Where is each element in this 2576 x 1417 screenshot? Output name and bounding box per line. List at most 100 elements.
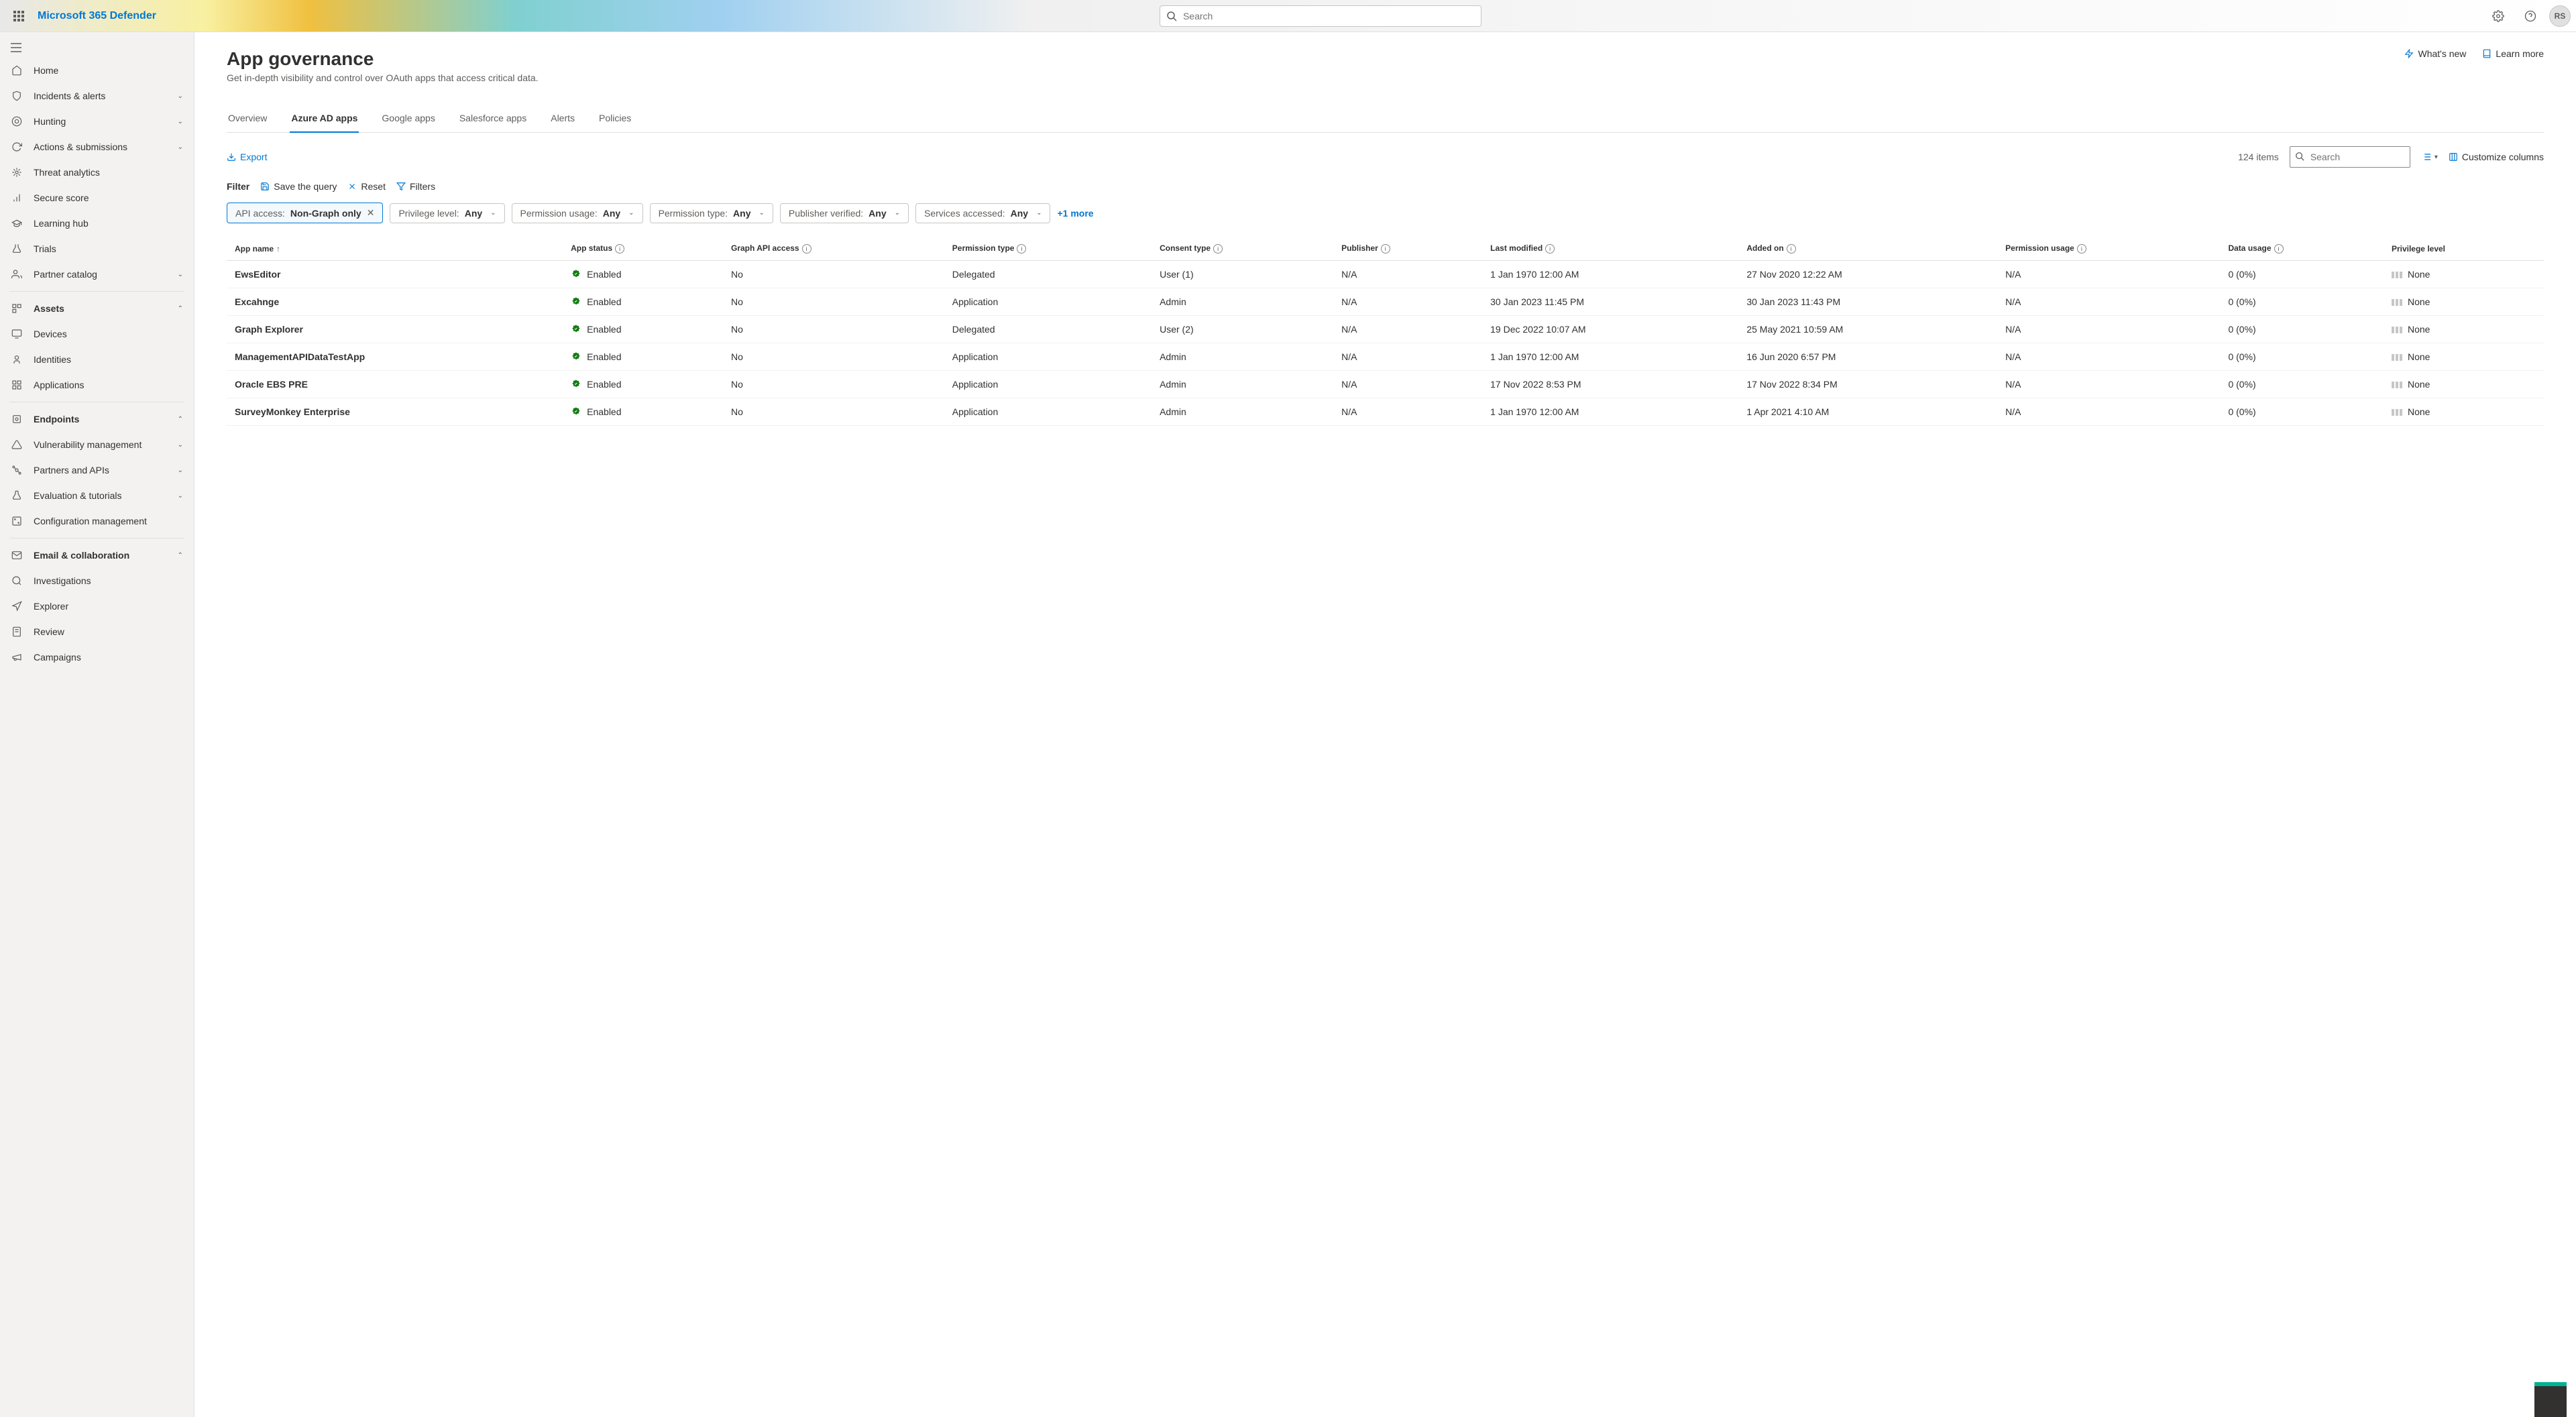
info-icon[interactable]: i bbox=[615, 244, 624, 253]
mail-icon bbox=[11, 549, 23, 561]
sidebar-item-email-collaboration[interactable]: Email & collaboration⌃ bbox=[0, 543, 194, 568]
investigate-icon bbox=[11, 575, 23, 587]
column-header-last-modified[interactable]: Last modifiedi bbox=[1482, 237, 1738, 261]
identity-icon bbox=[11, 353, 23, 365]
filters-button[interactable]: Filters bbox=[396, 181, 435, 192]
tab-policies[interactable]: Policies bbox=[598, 105, 632, 133]
cell-pusage: N/A bbox=[1997, 316, 2220, 343]
brand-link[interactable]: Microsoft 365 Defender bbox=[38, 10, 156, 22]
cell-dusage: 0 (0%) bbox=[2220, 343, 2383, 371]
column-header-app-name[interactable]: App name↑ bbox=[227, 237, 563, 261]
global-search-input[interactable] bbox=[1160, 5, 1481, 27]
sidebar-item-identities[interactable]: Identities bbox=[0, 347, 194, 372]
cell-publisher: N/A bbox=[1333, 398, 1482, 426]
tab-overview[interactable]: Overview bbox=[227, 105, 268, 133]
table-search-input[interactable] bbox=[2290, 146, 2410, 168]
column-header-consent-type[interactable]: Consent typei bbox=[1152, 237, 1333, 261]
tab-alerts[interactable]: Alerts bbox=[549, 105, 576, 133]
info-icon[interactable]: i bbox=[1017, 244, 1026, 253]
sidebar-item-label: Endpoints bbox=[34, 414, 167, 424]
tabs: Overview Azure AD apps Google apps Salesfor… bbox=[227, 105, 2544, 133]
hamburger-icon[interactable] bbox=[0, 38, 194, 58]
learn-more-link[interactable]: Learn more bbox=[2482, 48, 2544, 59]
sidebar-item-hunting[interactable]: Hunting⌄ bbox=[0, 109, 194, 134]
sidebar-item-devices[interactable]: Devices bbox=[0, 321, 194, 347]
sidebar-item-secure-score[interactable]: Secure score bbox=[0, 185, 194, 211]
table-row[interactable]: EwsEditorEnabledNoDelegatedUser (1)N/A1 … bbox=[227, 261, 2544, 288]
info-icon[interactable]: i bbox=[1381, 244, 1390, 253]
info-icon[interactable]: i bbox=[1545, 244, 1555, 253]
sidebar-item-home[interactable]: Home bbox=[0, 58, 194, 83]
help-icon[interactable] bbox=[2517, 3, 2544, 30]
column-header-added-on[interactable]: Added oni bbox=[1738, 237, 1997, 261]
sidebar-item-review[interactable]: Review bbox=[0, 619, 194, 644]
sidebar-item-trials[interactable]: Trials bbox=[0, 236, 194, 262]
table-row[interactable]: SurveyMonkey EnterpriseEnabledNoApplicat… bbox=[227, 398, 2544, 426]
export-button[interactable]: Export bbox=[227, 152, 267, 162]
pill-value: Non-Graph only bbox=[290, 208, 361, 219]
sidebar-item-partners-and-apis[interactable]: Partners and APIs⌄ bbox=[0, 457, 194, 483]
tab-google-apps[interactable]: Google apps bbox=[380, 105, 436, 133]
sidebar-item-label: Home bbox=[34, 65, 183, 76]
filter-pill-privilege-level-[interactable]: Privilege level:Any⌄ bbox=[390, 203, 504, 223]
tab-azure-ad-apps[interactable]: Azure AD apps bbox=[290, 105, 359, 133]
table-row[interactable]: ExcahngeEnabledNoApplicationAdminN/A30 J… bbox=[227, 288, 2544, 316]
sidebar-item-assets[interactable]: Assets⌃ bbox=[0, 296, 194, 321]
close-icon[interactable]: ✕ bbox=[367, 207, 375, 219]
column-header-publisher[interactable]: Publisheri bbox=[1333, 237, 1482, 261]
user-avatar[interactable]: RS bbox=[2549, 5, 2571, 27]
column-header-graph-api-access[interactable]: Graph API accessi bbox=[723, 237, 944, 261]
filter-pill-services-accessed-[interactable]: Services accessed:Any⌄ bbox=[915, 203, 1050, 223]
column-header-app-status[interactable]: App statusi bbox=[563, 237, 723, 261]
whats-new-link[interactable]: What's new bbox=[2404, 48, 2466, 59]
table-row[interactable]: Graph ExplorerEnabledNoDelegatedUser (2)… bbox=[227, 316, 2544, 343]
app-launcher-icon[interactable] bbox=[5, 3, 32, 30]
info-icon[interactable]: i bbox=[1213, 244, 1223, 253]
sidebar-item-applications[interactable]: Applications bbox=[0, 372, 194, 398]
info-icon[interactable]: i bbox=[1787, 244, 1796, 253]
info-icon[interactable]: i bbox=[2274, 244, 2284, 253]
chevron-up-icon: ⌃ bbox=[178, 552, 183, 559]
group-button[interactable]: ▾ bbox=[2421, 144, 2438, 170]
assets-icon bbox=[11, 302, 23, 315]
cell-dusage: 0 (0%) bbox=[2220, 371, 2383, 398]
column-header-permission-usage[interactable]: Permission usagei bbox=[1997, 237, 2220, 261]
tab-salesforce-apps[interactable]: Salesforce apps bbox=[458, 105, 528, 133]
sidebar-item-threat-analytics[interactable]: Threat analytics bbox=[0, 160, 194, 185]
sidebar-item-configuration-management[interactable]: Configuration management bbox=[0, 508, 194, 534]
verified-icon bbox=[571, 406, 581, 417]
sidebar-item-partner-catalog[interactable]: Partner catalog⌄ bbox=[0, 262, 194, 287]
feedback-button[interactable] bbox=[2534, 1382, 2567, 1417]
filter-pill-permission-type-[interactable]: Permission type:Any⌄ bbox=[650, 203, 773, 223]
cell-dusage: 0 (0%) bbox=[2220, 398, 2383, 426]
cell-graph: No bbox=[723, 398, 944, 426]
sidebar-item-endpoints[interactable]: Endpoints⌃ bbox=[0, 406, 194, 432]
filter-pill-api-access-[interactable]: API access:Non-Graph only✕ bbox=[227, 203, 383, 223]
sidebar-item-vulnerability-management[interactable]: Vulnerability management⌄ bbox=[0, 432, 194, 457]
sidebar-item-explorer[interactable]: Explorer bbox=[0, 593, 194, 619]
table-row[interactable]: ManagementAPIDataTestAppEnabledNoApplica… bbox=[227, 343, 2544, 371]
cell-ptype: Application bbox=[944, 398, 1152, 426]
column-header-data-usage[interactable]: Data usagei bbox=[2220, 237, 2383, 261]
more-filters-link[interactable]: +1 more bbox=[1057, 208, 1093, 219]
info-icon[interactable]: i bbox=[2077, 244, 2086, 253]
sidebar-item-campaigns[interactable]: Campaigns bbox=[0, 644, 194, 670]
customize-columns-button[interactable]: Customize columns bbox=[2449, 152, 2544, 162]
column-header-privilege-level[interactable]: Privilege level bbox=[2384, 237, 2544, 261]
sidebar-item-incidents-alerts[interactable]: Incidents & alerts⌄ bbox=[0, 83, 194, 109]
reset-button[interactable]: Reset bbox=[347, 181, 386, 192]
save-query-button[interactable]: Save the query bbox=[260, 181, 337, 192]
info-icon[interactable]: i bbox=[802, 244, 811, 253]
settings-icon[interactable] bbox=[2485, 3, 2512, 30]
filter-pill-publisher-verified-[interactable]: Publisher verified:Any⌄ bbox=[780, 203, 909, 223]
sidebar-item-investigations[interactable]: Investigations bbox=[0, 568, 194, 593]
sidebar-item-label: Investigations bbox=[34, 575, 183, 586]
table-row[interactable]: Oracle EBS PREEnabledNoApplicationAdminN… bbox=[227, 371, 2544, 398]
search-icon bbox=[2295, 152, 2304, 161]
column-header-permission-type[interactable]: Permission typei bbox=[944, 237, 1152, 261]
sidebar-item-learning-hub[interactable]: Learning hub bbox=[0, 211, 194, 236]
sidebar-item-evaluation-tutorials[interactable]: Evaluation & tutorials⌄ bbox=[0, 483, 194, 508]
filter-label: Filter bbox=[227, 181, 249, 192]
filter-pill-permission-usage-[interactable]: Permission usage:Any⌄ bbox=[512, 203, 643, 223]
sidebar-item-actions-submissions[interactable]: Actions & submissions⌄ bbox=[0, 134, 194, 160]
